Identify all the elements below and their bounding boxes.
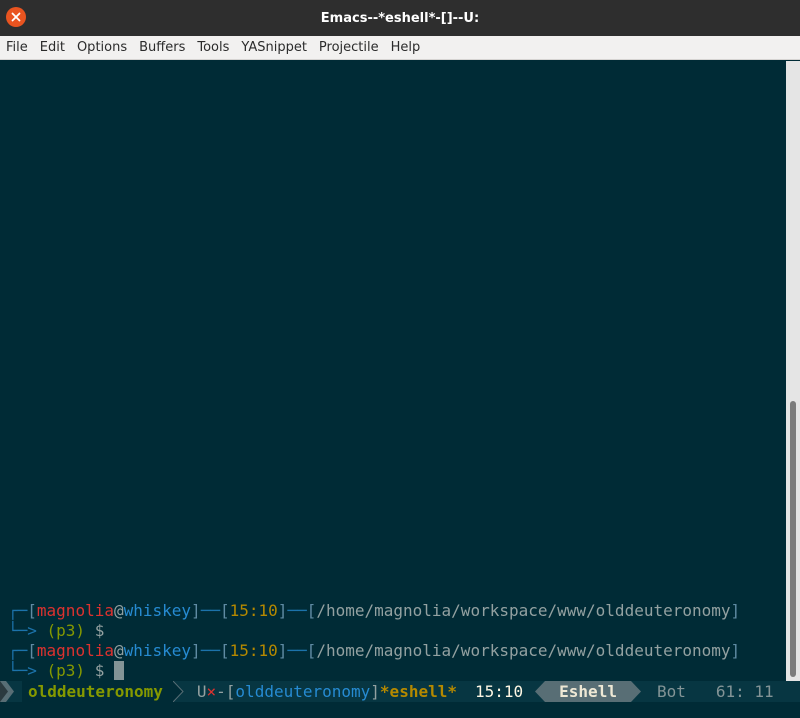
bracket: ] xyxy=(730,641,741,660)
bracket: ] xyxy=(277,601,288,620)
prompt-corner: └─> xyxy=(8,661,47,680)
menu-edit[interactable]: Edit xyxy=(34,36,71,60)
close-window-button[interactable] xyxy=(6,7,26,27)
prompt-at: @ xyxy=(113,601,124,620)
modeline-position: Bot xyxy=(656,682,686,701)
prompt-time: 15:10 xyxy=(229,601,278,620)
modeline-dash: - xyxy=(216,682,226,701)
prompt-line-3: ┌─[magnolia@whiskey]──[15:10]──[/home/ma… xyxy=(8,641,778,661)
text-cursor xyxy=(113,661,124,680)
prompt-dash: ── xyxy=(287,641,307,660)
prompt-host: whiskey xyxy=(123,601,192,620)
prompt-line-4[interactable]: └─> (p3) $ xyxy=(8,661,778,681)
encoding-flag: U xyxy=(196,682,207,701)
left-fringe xyxy=(0,61,8,681)
modified-flag: × xyxy=(206,682,217,701)
modeline-project-name[interactable]: olddeuteronomy xyxy=(235,682,370,701)
scrollbar-thumb[interactable] xyxy=(790,401,796,677)
title-bar: Emacs--*eshell*-[]--U: xyxy=(0,0,800,36)
prompt-at: @ xyxy=(113,641,124,660)
prompt-host: whiskey xyxy=(123,641,192,660)
bracket: ] xyxy=(191,601,201,620)
prompt-dash: ── xyxy=(200,641,220,660)
prompt-line-1: ┌─[magnolia@whiskey]──[15:10]──[/home/ma… xyxy=(8,601,778,621)
menu-projectile[interactable]: Projectile xyxy=(313,36,385,60)
modeline-project[interactable]: olddeuteronomy xyxy=(0,681,173,702)
modeline-time: 15:10 xyxy=(474,682,524,701)
modeline-major-mode[interactable]: Eshell xyxy=(545,681,631,702)
menu-options[interactable]: Options xyxy=(71,36,133,60)
bracket: [ xyxy=(219,641,230,660)
right-fringe xyxy=(778,61,786,681)
prompt-symbol: $ xyxy=(94,661,105,680)
eshell-buffer[interactable]: ┌─[magnolia@whiskey]──[15:10]──[/home/ma… xyxy=(0,61,800,681)
menu-help[interactable]: Help xyxy=(385,36,427,60)
menu-buffers[interactable]: Buffers xyxy=(133,36,191,60)
menu-yasnippet[interactable]: YASnippet xyxy=(235,36,313,60)
prompt-symbol: $ xyxy=(94,621,105,640)
bracket: [ xyxy=(225,682,236,701)
prompt-path: /home/magnolia/workspace/www/olddeuteron… xyxy=(316,601,731,620)
prompt-line-2: └─> (p3) $ xyxy=(8,621,778,641)
prompt-dash: ── xyxy=(287,601,307,620)
prompt-venv: (p3) xyxy=(46,621,86,640)
prompt-dash: ── xyxy=(200,601,220,620)
prompt-corner: └─> xyxy=(8,621,47,640)
bracket: [ xyxy=(306,601,317,620)
bracket: [ xyxy=(219,601,230,620)
prompt-path: /home/magnolia/workspace/www/olddeuteron… xyxy=(316,641,731,660)
bracket: ] xyxy=(730,601,741,620)
modeline-separator-icon xyxy=(172,681,185,702)
close-icon xyxy=(11,12,21,22)
modeline-project-segment: olddeuteronomy xyxy=(0,681,173,702)
modeline-separator-icon xyxy=(630,681,641,702)
bracket: [ xyxy=(306,641,317,660)
prompt-user: magnolia xyxy=(36,641,114,660)
vertical-scrollbar[interactable] xyxy=(786,61,800,681)
bracket: ] xyxy=(370,682,380,701)
bracket: [ xyxy=(27,641,37,660)
mode-line: olddeuteronomy U×-[olddeuteronomy]*eshel… xyxy=(0,681,800,702)
modeline-buffer-name[interactable]: *eshell* xyxy=(380,682,457,701)
modeline-separator-icon xyxy=(535,681,546,702)
echo-area xyxy=(0,702,800,718)
menu-bar: File Edit Options Buffers Tools YASnippe… xyxy=(0,36,800,60)
bracket: ] xyxy=(277,641,288,660)
prompt-venv: (p3) xyxy=(46,661,86,680)
prompt-corner: ┌─ xyxy=(8,641,28,660)
prompt-corner: ┌─ xyxy=(8,601,28,620)
bracket: ] xyxy=(191,641,201,660)
menu-tools[interactable]: Tools xyxy=(191,36,235,60)
window-title: Emacs--*eshell*-[]--U: xyxy=(320,10,480,26)
menu-file[interactable]: File xyxy=(0,36,34,60)
prompt-time: 15:10 xyxy=(229,641,278,660)
modeline-encoding: U×-[olddeuteronomy]*eshell* xyxy=(185,682,457,701)
prompt-user: magnolia xyxy=(36,601,114,620)
bracket: [ xyxy=(27,601,37,620)
modeline-line-col: 61: 11 xyxy=(715,682,774,701)
